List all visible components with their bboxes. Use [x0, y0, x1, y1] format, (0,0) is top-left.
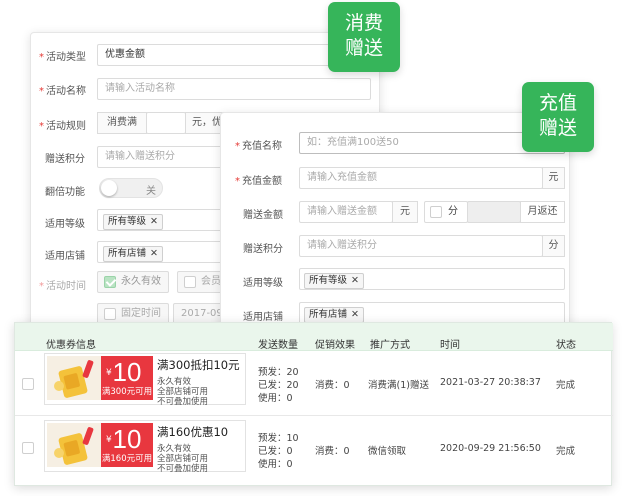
coupon-stack-rule: 不可叠加使用 — [157, 397, 209, 407]
rule-label: * 活动规则 — [39, 121, 86, 132]
promo-status: 完成 — [556, 446, 576, 457]
recharge-points-unit: 分 — [542, 235, 565, 257]
row-checkbox[interactable] — [22, 378, 34, 390]
recharge-name-label: * 充值名称 — [235, 141, 282, 152]
coupon-card[interactable]: ¥ 10 满160元可用 满160优惠10 永久有效 全部店铺可用 不可叠加使用 — [44, 420, 246, 474]
promo-status: 完成 — [556, 380, 576, 391]
coupon-threshold: 满160元可用 — [101, 454, 153, 464]
recharge-level-select[interactable]: 所有等级 ✕ — [299, 268, 565, 290]
recharge-level-label: 适用等级 — [243, 278, 283, 289]
quantity-used: 使用：0 — [258, 393, 293, 404]
recharge-points-input[interactable]: 请输入赠送积分 — [299, 235, 543, 257]
coupon-threshold: 满300元可用 — [101, 387, 153, 397]
gift-amount-label: 赠送金额 — [243, 210, 283, 221]
close-icon[interactable]: ✕ — [351, 275, 359, 286]
gift-amount-unit: 元 — [392, 201, 418, 223]
col-quantity-header: 发送数量 — [258, 340, 298, 351]
col-time-header: 时间 — [440, 340, 460, 351]
rule-amount-input[interactable] — [146, 112, 186, 134]
promo-time: 2020-09-29 21:56:50 — [440, 443, 541, 454]
name-input[interactable]: 请输入活动名称 — [97, 78, 371, 100]
promo-time: 2021-03-27 20:38:37 — [440, 377, 541, 388]
coupon-title: 满300抵扣10元 — [157, 358, 240, 372]
quantity-sent: 已发：20 — [258, 380, 299, 391]
recharge-amount-input[interactable]: 请输入充值金额 — [299, 167, 543, 189]
permanent-checkbox[interactable] — [104, 276, 116, 288]
coupon-amount: 10 — [112, 357, 142, 387]
promo-method: 微信领取 — [368, 446, 407, 457]
recharge-store-label: 适用店铺 — [243, 312, 283, 323]
toggle-text: 关 — [146, 186, 156, 197]
close-icon[interactable]: ✕ — [150, 248, 158, 259]
level-tag[interactable]: 所有等级 ✕ — [103, 214, 163, 230]
store-tag[interactable]: 所有店铺 ✕ — [103, 246, 163, 262]
coupon-amount: 10 — [112, 424, 142, 454]
recharge-store-tag[interactable]: 所有店铺 ✕ — [304, 307, 364, 323]
double-label: 翻倍功能 — [45, 187, 85, 198]
gift-return-unit: 月返还 — [520, 201, 565, 223]
quantity-planned: 预发：20 — [258, 367, 299, 378]
recharge-amount-label: * 充值金额 — [235, 176, 282, 187]
quantity-sent: 已发：0 — [258, 446, 293, 457]
toggle-knob — [101, 180, 117, 196]
promo-effect: 消费：0 — [315, 446, 350, 457]
coupon-product-image — [47, 356, 101, 400]
rule-prefix: 消费满 — [97, 112, 147, 134]
close-icon[interactable]: ✕ — [351, 309, 359, 320]
recharge-points-label: 赠送积分 — [243, 244, 283, 255]
coupon-title: 满160优惠10 — [157, 425, 229, 439]
promo-effect: 消费：0 — [315, 380, 350, 391]
name-label: * 活动名称 — [39, 86, 86, 97]
col-effect-header: 促销效果 — [315, 340, 355, 351]
recharge-store-select[interactable]: 所有店铺 ✕ — [299, 302, 565, 324]
type-label: * 活动类型 — [39, 52, 86, 63]
coupon-bag-icon — [54, 360, 94, 398]
row-divider — [15, 415, 613, 416]
coupon-product-image — [47, 423, 101, 467]
gift-split-checkbox[interactable] — [430, 206, 442, 218]
points-label: 赠送积分 — [45, 154, 85, 165]
level-label: 适用等级 — [45, 219, 85, 230]
col-method-header: 推广方式 — [370, 340, 410, 351]
permanent-option[interactable]: 永久有效 — [97, 271, 169, 293]
quantity-planned: 预发：10 — [258, 433, 299, 444]
recharge-amount-unit: 元 — [542, 167, 565, 189]
coupon-bag-icon — [54, 427, 94, 465]
quantity-used: 使用：0 — [258, 459, 293, 470]
coupon-value-panel: ¥ 10 满300元可用 — [101, 356, 153, 400]
col-coupon-header: 优惠券信息 — [46, 340, 96, 351]
store-label: 适用店铺 — [45, 251, 85, 262]
gift-months-input[interactable] — [467, 201, 521, 223]
recharge-level-tag[interactable]: 所有等级 ✕ — [304, 273, 364, 289]
col-status-header: 状态 — [556, 340, 576, 351]
recharge-gift-badge: 充值 赠送 — [522, 82, 594, 152]
time-label: * 活动时间 — [39, 281, 86, 292]
coupon-value-panel: ¥ 10 满160元可用 — [101, 423, 153, 467]
fixed-checkbox[interactable] — [104, 308, 116, 320]
promo-method: 消费满(1)赠送 — [368, 380, 429, 391]
coupon-card[interactable]: ¥ 10 满300元可用 满300抵扣10元 永久有效 全部店铺可用 不可叠加使… — [44, 353, 246, 407]
close-icon[interactable]: ✕ — [150, 216, 158, 227]
consume-gift-badge: 消费 赠送 — [328, 2, 400, 72]
gift-split-option[interactable]: 分 — [424, 201, 468, 223]
double-toggle[interactable]: 关 — [99, 178, 163, 198]
table-header — [15, 323, 613, 351]
member-checkbox[interactable] — [184, 276, 196, 288]
gift-amount-input[interactable]: 请输入赠送金额 — [299, 201, 393, 223]
row-checkbox[interactable] — [22, 442, 34, 454]
recharge-gift-form-card: * 充值名称 如：充值满100送50 * 充值金额 请输入充值金额 元 赠送金额 请… — [220, 112, 570, 332]
coupon-stack-rule: 不可叠加使用 — [157, 464, 209, 474]
